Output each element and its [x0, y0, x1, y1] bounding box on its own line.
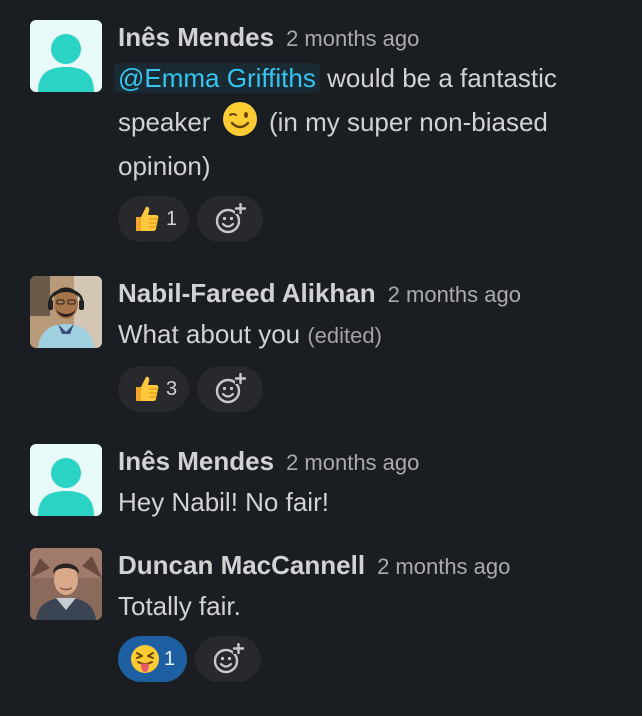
message-body: Nabil-Fareed Alikhan 2 months ago What ab… — [118, 276, 632, 412]
message-text: What about you (edited) — [118, 312, 632, 358]
reaction-count: 3 — [166, 377, 178, 400]
message-text-line2a: speaker — [118, 107, 211, 137]
message-text-content: What about you — [118, 319, 301, 349]
add-reaction-button[interactable] — [195, 636, 262, 682]
winking-face-icon — [222, 102, 257, 136]
timestamp[interactable]: 2 months ago — [388, 282, 521, 307]
author-name[interactable]: Inês Mendes — [118, 22, 274, 52]
avatar-nabil[interactable] — [30, 276, 102, 348]
add-reaction-button[interactable] — [197, 196, 264, 242]
reaction-thumbs-up[interactable]: 3 — [118, 366, 190, 412]
reaction-thumbs-up[interactable]: 1 — [118, 196, 190, 242]
message-body: Duncan MacCannell 2 months ago Totally fa… — [118, 548, 632, 682]
user-mention[interactable]: @Emma Griffiths — [114, 63, 320, 93]
timestamp[interactable]: 2 months ago — [377, 554, 510, 579]
add-emoji-icon — [215, 373, 247, 404]
edited-label: (edited) — [307, 323, 382, 348]
author-name[interactable]: Nabil-Fareed Alikhan — [118, 278, 376, 308]
reaction-tongue-wink[interactable]: 1 — [118, 636, 188, 682]
message-header: Nabil-Fareed Alikhan 2 months ago — [118, 276, 632, 310]
avatar-duncan[interactable] — [30, 548, 102, 620]
author-name[interactable]: Inês Mendes — [118, 446, 274, 476]
message-header: Inês Mendes 2 months ago — [118, 20, 632, 54]
add-emoji-icon — [213, 643, 245, 674]
add-emoji-icon — [215, 203, 247, 234]
timestamp[interactable]: 2 months ago — [286, 450, 419, 475]
message-text-line2b: (in my super non-biased — [268, 107, 548, 137]
message-body: Inês Mendes 2 months ago Hey Nabil! No fa… — [118, 444, 632, 524]
avatar-default[interactable] — [30, 444, 102, 516]
user-placeholder-icon — [30, 20, 102, 92]
reactions-bar: 3 — [118, 366, 632, 412]
message-body: Inês Mendes 2 months ago @Emma Griffiths … — [114, 20, 632, 242]
message-header: Inês Mendes 2 months ago — [118, 444, 632, 478]
message-text: Totally fair. — [118, 584, 632, 628]
reaction-count: 1 — [166, 207, 178, 230]
reaction-count: 1 — [164, 647, 176, 670]
user-photo-icon — [30, 276, 102, 348]
message-text: Hey Nabil! No fair! — [118, 480, 632, 524]
tongue-wink-face-icon — [131, 645, 159, 673]
message-text: @Emma Griffiths would be a fantastic spe… — [114, 56, 632, 188]
message-text-content: Totally fair. — [118, 591, 241, 621]
thumbs-up-icon — [136, 206, 159, 231]
thumbs-up-icon — [136, 376, 159, 401]
author-name[interactable]: Duncan MacCannell — [118, 550, 365, 580]
avatar-default[interactable] — [30, 20, 102, 92]
message-text-line1: would be a fantastic — [319, 63, 557, 93]
message-header: Duncan MacCannell 2 months ago — [118, 548, 632, 582]
user-placeholder-icon — [30, 444, 102, 516]
reactions-bar: 1 — [118, 636, 632, 682]
add-reaction-button[interactable] — [197, 366, 264, 412]
timestamp[interactable]: 2 months ago — [286, 26, 419, 51]
message-text-line3: opinion) — [118, 151, 211, 181]
reactions-bar: 1 — [118, 196, 632, 242]
message-text-content: Hey Nabil! No fair! — [118, 487, 329, 517]
user-photo-icon — [30, 548, 102, 620]
